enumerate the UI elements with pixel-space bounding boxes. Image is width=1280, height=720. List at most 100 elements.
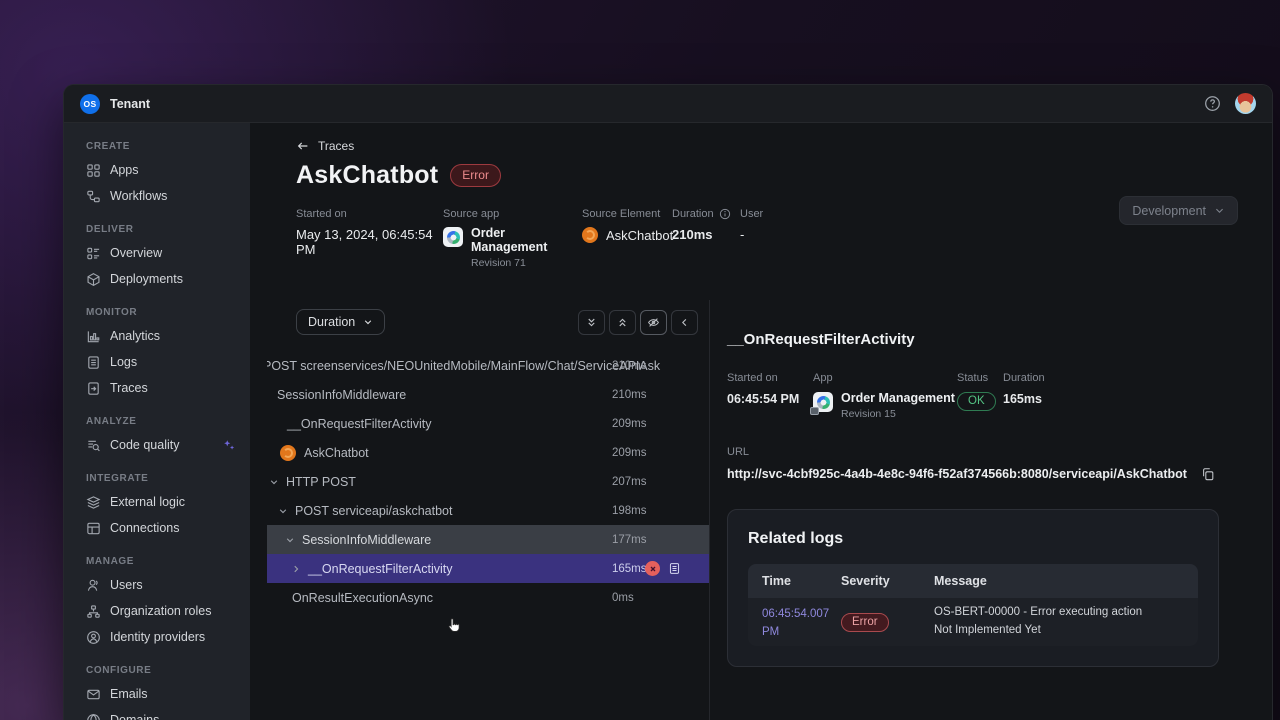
span-app-revision: Revision 15: [841, 407, 896, 420]
expand-all-button[interactable]: [578, 309, 605, 335]
workflows-icon: [86, 189, 101, 204]
outsystems-logo-icon: OS: [80, 93, 100, 114]
log-severity-badge: Error: [841, 612, 889, 632]
copy-icon[interactable]: [1201, 467, 1215, 481]
section-title-configure: CONFIGURE: [86, 665, 152, 676]
trace-row-selected[interactable]: __OnRequestFilterActivity 165ms: [267, 554, 709, 583]
sidebar-item-identity-providers[interactable]: Identity providers: [64, 624, 250, 650]
sidebar-item-label: External logic: [110, 495, 186, 509]
sidebar-item-users[interactable]: Users: [64, 572, 250, 598]
trace-row-duration: 210ms: [612, 388, 647, 401]
page-title: AskChatbot: [296, 161, 439, 189]
trace-row[interactable]: AskChatbot 209ms: [267, 438, 709, 467]
sidebar-item-overview[interactable]: Overview: [64, 240, 250, 266]
duration-value: 210ms: [672, 227, 713, 242]
user-label: User: [740, 208, 764, 220]
askchatbot-element-icon: [582, 227, 598, 243]
view-logs-icon[interactable]: [668, 562, 681, 575]
collapse-all-button[interactable]: [609, 309, 636, 335]
trace-row[interactable]: __OnRequestFilterActivity 209ms: [267, 409, 709, 438]
trace-row-label: __OnRequestFilterActivity: [287, 416, 432, 431]
started-on-value: May 13, 2024, 06:45:54 PM: [296, 227, 433, 257]
section-title-deliver: DELIVER: [86, 224, 134, 235]
code-quality-icon: [86, 438, 101, 453]
collapse-panel-button[interactable]: [671, 309, 698, 335]
trace-row-label: POST serviceapi/askchatbot: [295, 503, 453, 518]
sidebar-item-deployments[interactable]: Deployments: [64, 266, 250, 292]
trace-row-duration: 210ms: [612, 359, 647, 372]
sidebar-item-analytics[interactable]: Analytics: [64, 323, 250, 349]
chevron-down-icon: [363, 317, 373, 327]
trace-row[interactable]: HTTP POST 207ms: [267, 467, 709, 496]
external-logic-icon: [86, 495, 101, 510]
trace-row[interactable]: OnResultExecutionAsync 0ms: [267, 583, 709, 612]
app-window: OS Tenant CREATE Apps Workflows DELIVER …: [64, 85, 1272, 720]
hide-details-button[interactable]: [640, 309, 667, 335]
info-icon[interactable]: [719, 208, 731, 220]
emails-icon: [86, 687, 101, 702]
section-title-analyze: ANALYZE: [86, 416, 137, 427]
sidebar-item-logs[interactable]: Logs: [64, 349, 250, 375]
main-content: Traces AskChatbot Error Development Star…: [250, 123, 1272, 720]
user-value: -: [740, 227, 745, 242]
sidebar-item-connections[interactable]: Connections: [64, 515, 250, 541]
trace-row-label: AskChatbot: [304, 445, 369, 460]
related-logs-table: Time Severity Message 06:45:54.007 PM Er…: [748, 563, 1198, 646]
trace-row-duration: 209ms: [612, 446, 647, 459]
span-duration-label: Duration: [1003, 372, 1045, 384]
trace-row-duration: 177ms: [612, 533, 647, 546]
trace-row-duration: 0ms: [612, 591, 634, 604]
sidebar-item-label: Apps: [110, 163, 139, 177]
trace-row-hovered[interactable]: SessionInfoMiddleware 177ms: [267, 525, 709, 554]
sidebar-item-external-logic[interactable]: External logic: [64, 489, 250, 515]
double-chevron-down-icon: [586, 317, 597, 328]
url-label: URL: [727, 445, 750, 458]
overview-icon: [86, 246, 101, 261]
sidebar-item-apps[interactable]: Apps: [64, 157, 250, 183]
span-details-pane: __OnRequestFilterActivity Started on 06:…: [710, 300, 1272, 720]
log-time-link[interactable]: 06:45:54.007 PM: [762, 608, 829, 638]
trace-row-label: SessionInfoMiddleware: [302, 532, 432, 547]
chevron-down-icon: [1214, 205, 1225, 216]
order-management-app-icon: [443, 227, 463, 247]
source-app-name: Order Management: [471, 226, 548, 254]
sidebar-item-traces[interactable]: Traces: [64, 375, 250, 401]
trace-row[interactable]: POST screenservices/NEOUnitedMobile/Main…: [267, 351, 709, 380]
span-duration-value: 165ms: [1003, 392, 1042, 406]
sidebar-item-code-quality[interactable]: Code quality: [64, 432, 250, 458]
sidebar-item-label: Connections: [110, 521, 180, 535]
sidebar-item-label: Domains: [110, 713, 160, 720]
connections-icon: [86, 521, 101, 536]
sidebar-item-label: Logs: [110, 355, 138, 369]
span-title: __OnRequestFilterActivity: [727, 331, 915, 348]
trace-waterfall-pane: Duration POST screenservices/NEOUnitedMo…: [250, 300, 710, 720]
help-icon[interactable]: [1204, 95, 1221, 112]
sidebar-item-label: Identity providers: [110, 630, 206, 644]
environment-selector[interactable]: Development: [1119, 196, 1238, 225]
service-badge-icon: [810, 407, 819, 415]
sort-by-duration-button[interactable]: Duration: [296, 309, 386, 335]
section-title-integrate: INTEGRATE: [86, 473, 149, 484]
status-ok-badge: OK: [957, 392, 996, 411]
span-started-label: Started on: [727, 372, 778, 384]
mouse-cursor: [445, 617, 462, 634]
sidebar-item-domains[interactable]: Domains: [64, 707, 250, 720]
breadcrumb[interactable]: Traces: [250, 123, 354, 153]
trace-row[interactable]: POST serviceapi/askchatbot 198ms: [267, 496, 709, 525]
sidebar-item-emails[interactable]: Emails: [64, 681, 250, 707]
sidebar-item-organization-roles[interactable]: Organization roles: [64, 598, 250, 624]
span-app-label: App: [813, 372, 833, 384]
span-app-name: Order Management: [841, 391, 955, 405]
sidebar-item-label: Emails: [110, 687, 148, 701]
user-avatar[interactable]: [1235, 93, 1256, 114]
sidebar-item-label: Users: [110, 578, 143, 592]
trace-row-label: __OnRequestFilterActivity: [308, 561, 453, 576]
log-message-line2: Not Implemented Yet: [934, 623, 1041, 636]
trace-row[interactable]: SessionInfoMiddleware 210ms: [267, 380, 709, 409]
organization-roles-icon: [86, 604, 101, 619]
askchatbot-element-icon: [280, 444, 296, 461]
section-title-create: CREATE: [86, 141, 130, 152]
started-on-label: Started on: [296, 208, 347, 220]
sidebar-item-workflows[interactable]: Workflows: [64, 183, 250, 209]
sidebar-item-label: Code quality: [110, 438, 180, 452]
